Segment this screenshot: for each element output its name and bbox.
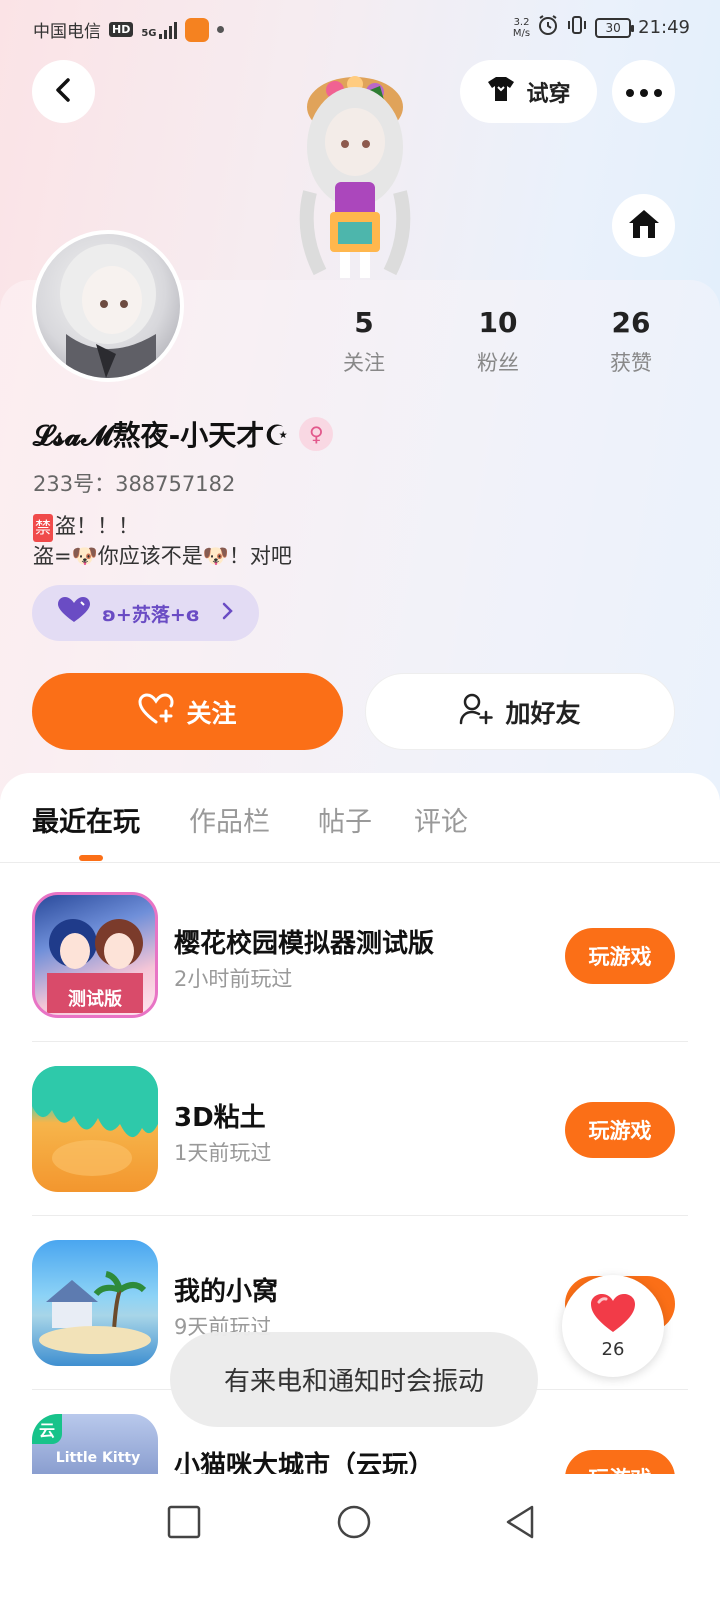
chevron-left-icon (51, 77, 77, 107)
network-speed: 3.2 M/s (513, 17, 530, 39)
try-on-button[interactable]: 试穿 (460, 60, 597, 123)
tab-divider (0, 862, 720, 863)
vibrate-icon (566, 14, 588, 41)
profile-tabs: 最近在玩 作品栏 帖子 评论 (0, 790, 720, 860)
add-person-icon (459, 693, 494, 731)
system-navigation-bar (0, 1474, 720, 1600)
add-friend-label: 加好友 (505, 698, 581, 728)
alarm-icon (537, 14, 559, 41)
username: 𝓛𝓼𝓪𝓜熬夜-小天才☪ (33, 419, 290, 452)
stat-followers[interactable]: 10 粉丝 (448, 306, 548, 377)
game-title: 小猫咪大城市（云玩） (174, 1451, 435, 1474)
little-kitty-game-icon[interactable]: 云 Little Kitty (32, 1414, 158, 1474)
home-button[interactable] (612, 194, 675, 257)
signal-icon: 5G (141, 21, 177, 39)
more-options-button[interactable] (612, 60, 675, 123)
follow-button[interactable]: 关注 (32, 673, 343, 750)
purple-heart-icon (58, 597, 90, 629)
battery-icon: 30 (595, 17, 635, 38)
row-divider (32, 1215, 688, 1216)
female-gender-icon: ♀ (299, 417, 334, 451)
app-notification-icon (184, 17, 209, 42)
my-nest-game-icon[interactable] (32, 1240, 158, 1366)
chevron-right-icon (222, 601, 234, 626)
speed-unit: M/s (512, 27, 531, 39)
red-heart-icon (590, 1293, 636, 1337)
active-tab-indicator (79, 855, 103, 861)
more-notifications-icon (216, 26, 224, 33)
square-icon (167, 1505, 201, 1543)
list-item[interactable]: 3D粘土 1天前玩过 玩游戏 (0, 1059, 720, 1231)
avatar[interactable] (32, 230, 184, 382)
likes-label: 获赞 (610, 351, 652, 375)
dressup-character-figure[interactable] (290, 62, 420, 280)
triangle-back-icon (505, 1505, 535, 1543)
cloud-play-badge: 云 (32, 1414, 62, 1444)
last-played-time: 2小时前玩过 (174, 967, 293, 991)
follow-label: 关注 (186, 698, 237, 728)
relationship-pill[interactable]: ʚ+苏落+ɞ (32, 585, 259, 641)
stat-following[interactable]: 5 关注 (314, 306, 414, 377)
more-dots-icon (625, 82, 662, 101)
sakura-school-game-icon[interactable]: 测试版 (32, 892, 158, 1018)
likes-count: 26 (611, 306, 651, 339)
bio-line-2: 盗=🐶你应该不是🐶！对吧 (33, 544, 292, 568)
tab-recently-played[interactable]: 最近在玩 (32, 800, 140, 839)
relationship-label: ʚ+苏落+ɞ (102, 603, 200, 626)
bio: 禁盗！！！ 盗=🐶你应该不是🐶！对吧 (33, 512, 292, 570)
tab-posts[interactable]: 帖子 (318, 800, 372, 839)
user-id[interactable]: 233号：388757182 (33, 468, 235, 498)
recent-apps-button[interactable] (164, 1504, 204, 1544)
game-icon-text: 测试版 (68, 988, 122, 1010)
clock: 21:49 (638, 17, 690, 38)
followers-count: 10 (478, 306, 518, 339)
tshirt-icon (486, 75, 516, 109)
carrier-label: 中国电信 (33, 22, 101, 42)
username-row: 𝓛𝓼𝓪𝓜熬夜-小天才☪ ♀ (33, 414, 334, 454)
forbidden-badge: 禁 (33, 514, 54, 542)
game-title: 3D粘土 (174, 1103, 266, 1133)
following-label: 关注 (343, 351, 385, 375)
3d-clay-game-icon[interactable] (32, 1066, 158, 1192)
circle-icon (336, 1504, 372, 1544)
followers-label: 粉丝 (477, 351, 519, 375)
house-icon (627, 208, 661, 244)
5g-label: 5G (141, 27, 157, 39)
tab-works[interactable]: 作品栏 (189, 800, 270, 839)
stat-likes[interactable]: 26 获赞 (581, 306, 681, 377)
status-bar: 中国电信 HD 5G 3.2 M/s 30 21:49 (0, 0, 720, 58)
last-played-time: 1天前玩过 (174, 1141, 272, 1165)
floating-like-count: 26 (601, 1338, 625, 1360)
home-nav-button[interactable] (334, 1504, 374, 1544)
back-button[interactable] (32, 60, 95, 123)
toast-message: 有来电和通知时会振动 (170, 1332, 538, 1427)
try-on-label: 试穿 (526, 81, 571, 107)
following-count: 5 (354, 306, 374, 339)
floating-like-button[interactable]: 26 (562, 1275, 664, 1377)
tab-comments[interactable]: 评论 (414, 800, 468, 839)
hd-icon: HD (109, 22, 134, 37)
play-game-button[interactable]: 玩游戏 (565, 1450, 675, 1474)
game-title: 我的小窝 (174, 1277, 279, 1307)
game-icon-text: Little Kitty (56, 1450, 140, 1466)
game-title: 樱花校园模拟器测试版 (174, 929, 435, 959)
heart-plus-icon (138, 692, 174, 731)
back-nav-button[interactable] (500, 1504, 540, 1544)
list-item[interactable]: 测试版 樱花校园模拟器测试版 2小时前玩过 玩游戏 (0, 885, 720, 1057)
row-divider (32, 1041, 688, 1042)
play-game-button[interactable]: 玩游戏 (565, 928, 675, 984)
add-friend-button[interactable]: 加好友 (365, 673, 675, 750)
play-game-button[interactable]: 玩游戏 (565, 1102, 675, 1158)
speed-value: 3.2 (513, 16, 530, 28)
bio-line-1: 盗！！！ (55, 514, 140, 538)
